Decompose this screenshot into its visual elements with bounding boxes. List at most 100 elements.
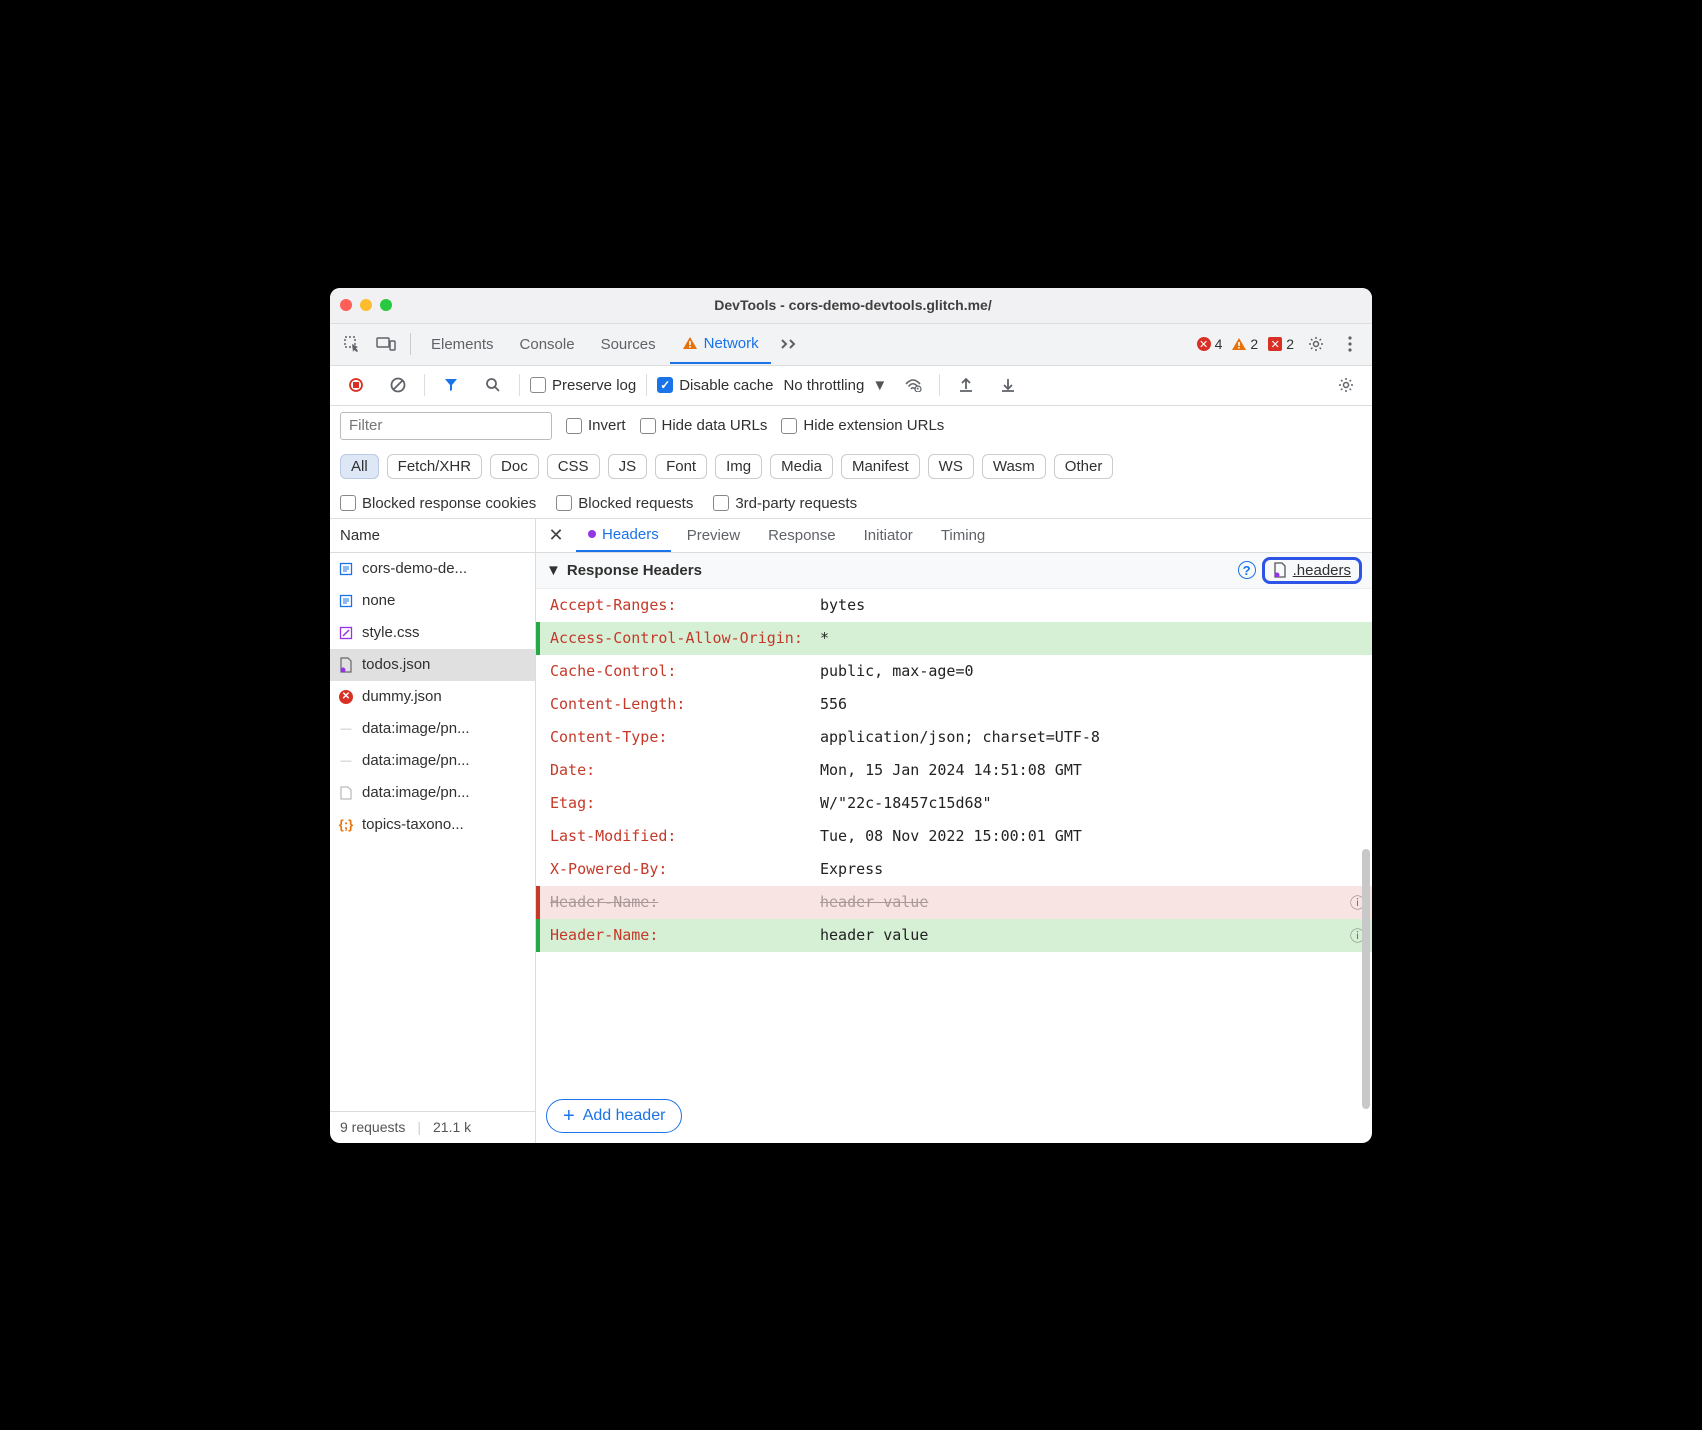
request-row[interactable]: {;}topics-taxono... — [330, 809, 535, 841]
error-count[interactable]: ✕4 — [1193, 336, 1227, 352]
request-type-icon: ✕ — [338, 689, 354, 705]
header-row: Header-Name:header valueⓘ — [536, 886, 1372, 919]
request-row[interactable]: none — [330, 585, 535, 617]
add-header-button[interactable]: + Add header — [546, 1099, 682, 1133]
override-indicator-icon — [588, 530, 596, 538]
close-detail-icon[interactable]: ✕ — [540, 519, 572, 551]
tab-sources[interactable]: Sources — [589, 324, 668, 364]
device-icon[interactable] — [370, 328, 402, 360]
type-filter-img[interactable]: Img — [715, 454, 762, 479]
header-name: X-Powered-By: — [540, 860, 820, 878]
tab-response[interactable]: Response — [756, 519, 848, 553]
issue-count[interactable]: ✕2 — [1264, 336, 1298, 352]
header-row: Header-Name:header valueⓘ — [536, 919, 1372, 952]
header-row: Content-Length:556 — [536, 688, 1372, 721]
record-icon[interactable] — [340, 369, 372, 401]
file-override-icon — [1273, 562, 1287, 578]
request-type-icon — [338, 561, 354, 577]
headers-override-file[interactable]: .headers — [1262, 557, 1362, 584]
detail-tabs: ✕ Headers Preview Response Initiator Tim… — [536, 519, 1372, 553]
blocked-requests-checkbox[interactable]: Blocked requests — [556, 495, 693, 512]
clear-icon[interactable] — [382, 369, 414, 401]
tab-preview[interactable]: Preview — [675, 519, 752, 553]
minimize-icon[interactable] — [360, 299, 372, 311]
main-tabbar: Elements Console Sources Network ✕4 2 ✕2 — [330, 324, 1372, 366]
name-column-header[interactable]: Name — [330, 519, 535, 553]
request-type-icon — [338, 657, 354, 673]
blocked-cookies-checkbox[interactable]: Blocked response cookies — [340, 495, 536, 512]
header-value: W/"22c-18457c15d68" — [820, 794, 1350, 812]
search-icon[interactable] — [477, 369, 509, 401]
tab-network[interactable]: Network — [670, 324, 771, 364]
close-icon[interactable] — [340, 299, 352, 311]
kebab-icon[interactable] — [1334, 328, 1366, 360]
request-row[interactable]: todos.json — [330, 649, 535, 681]
plus-icon: + — [563, 1106, 575, 1126]
throttling-select[interactable]: No throttling▼ — [783, 377, 887, 394]
header-value: header value — [820, 926, 1350, 944]
request-row[interactable]: ✕dummy.json — [330, 681, 535, 713]
filter-input[interactable] — [340, 412, 552, 440]
warning-icon — [682, 336, 698, 350]
type-filter-all[interactable]: All — [340, 454, 379, 479]
import-har-icon[interactable] — [950, 369, 982, 401]
request-type-icon — [338, 593, 354, 609]
request-row[interactable]: cors-demo-de... — [330, 553, 535, 585]
network-conditions-icon[interactable] — [897, 369, 929, 401]
export-har-icon[interactable] — [992, 369, 1024, 401]
request-row[interactable]: style.css — [330, 617, 535, 649]
hide-data-urls-checkbox[interactable]: Hide data URLs — [640, 417, 768, 434]
tab-timing[interactable]: Timing — [929, 519, 997, 553]
request-row[interactable]: data:image/pn... — [330, 777, 535, 809]
type-filter-media[interactable]: Media — [770, 454, 833, 479]
more-tabs-icon[interactable] — [773, 328, 805, 360]
header-name: Header-Name: — [540, 893, 820, 911]
tab-headers[interactable]: Headers — [576, 519, 671, 553]
third-party-checkbox[interactable]: 3rd-party requests — [713, 495, 857, 512]
type-filter-font[interactable]: Font — [655, 454, 707, 479]
preserve-log-checkbox[interactable]: Preserve log — [530, 377, 636, 394]
help-icon[interactable]: ? — [1238, 561, 1256, 579]
tab-console[interactable]: Console — [508, 324, 587, 364]
type-filter-manifest[interactable]: Manifest — [841, 454, 920, 479]
type-filter-doc[interactable]: Doc — [490, 454, 539, 479]
disable-cache-checkbox[interactable]: Disable cache — [657, 377, 773, 394]
request-type-icon — [338, 785, 354, 801]
type-filter-ws[interactable]: WS — [928, 454, 974, 479]
header-name: Content-Type: — [540, 728, 820, 746]
request-row[interactable]: —data:image/pn... — [330, 745, 535, 777]
tab-elements[interactable]: Elements — [419, 324, 506, 364]
type-filter-wasm[interactable]: Wasm — [982, 454, 1046, 479]
warning-count[interactable]: 2 — [1228, 336, 1262, 352]
filter-icon[interactable] — [435, 369, 467, 401]
header-name: Accept-Ranges: — [540, 596, 820, 614]
header-row: X-Powered-By:Express — [536, 853, 1372, 886]
request-type-icon: — — [338, 721, 354, 737]
request-list: cors-demo-de...nonestyle.csstodos.json✕d… — [330, 553, 535, 1111]
type-filter-row: All Fetch/XHR Doc CSS JS Font Img Media Manifest… — [340, 454, 1362, 479]
header-name: Cache-Control: — [540, 662, 820, 680]
scrollbar[interactable] — [1362, 849, 1370, 1109]
hide-extension-urls-checkbox[interactable]: Hide extension URLs — [781, 417, 944, 434]
request-name: data:image/pn... — [362, 784, 470, 801]
zoom-icon[interactable] — [380, 299, 392, 311]
type-filter-other[interactable]: Other — [1054, 454, 1114, 479]
settings-icon[interactable] — [1300, 328, 1332, 360]
type-filter-css[interactable]: CSS — [547, 454, 600, 479]
network-settings-icon[interactable] — [1330, 369, 1362, 401]
invert-checkbox[interactable]: Invert — [566, 417, 626, 434]
devtools-window: DevTools - cors-demo-devtools.glitch.me/… — [330, 288, 1372, 1143]
request-name: style.css — [362, 624, 420, 641]
request-row[interactable]: — data:image/pn... — [330, 713, 535, 745]
request-name: cors-demo-de... — [362, 560, 467, 577]
section-title: Response Headers — [567, 562, 702, 579]
request-name: data:image/pn... — [362, 720, 470, 737]
header-row: Last-Modified:Tue, 08 Nov 2022 15:00:01 … — [536, 820, 1372, 853]
response-headers-section[interactable]: ▼ Response Headers ? .headers — [536, 553, 1372, 589]
type-filter-js[interactable]: JS — [608, 454, 648, 479]
type-filter-fetchxhr[interactable]: Fetch/XHR — [387, 454, 482, 479]
inspect-icon[interactable] — [336, 328, 368, 360]
request-name: data:image/pn... — [362, 752, 470, 769]
tab-initiator[interactable]: Initiator — [852, 519, 925, 553]
request-list-panel: Name cors-demo-de... none style.css todos.j… — [330, 519, 536, 1143]
